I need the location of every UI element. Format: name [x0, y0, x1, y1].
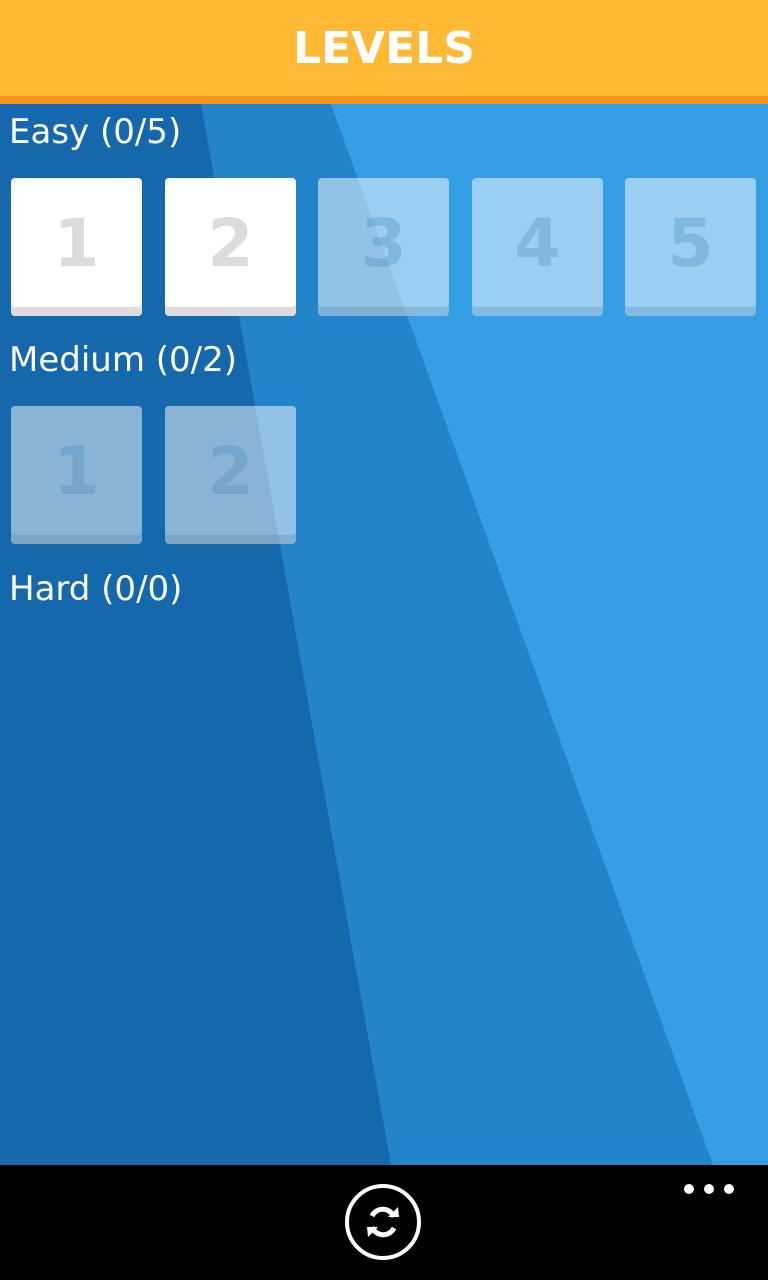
level-tile-medium-2[interactable]: 2 — [165, 406, 296, 544]
level-tile-medium-1[interactable]: 1 — [11, 406, 142, 544]
level-tile-easy-3[interactable]: 3 — [318, 178, 449, 316]
more-options-button[interactable] — [684, 1179, 734, 1199]
level-number: 1 — [53, 432, 100, 510]
more-dots-icon — [704, 1184, 714, 1194]
header-divider — [0, 96, 768, 104]
refresh-icon — [367, 1206, 399, 1238]
level-number: 5 — [667, 204, 714, 282]
app-bar — [0, 1165, 768, 1280]
section-title-hard: Hard (0/0) — [9, 569, 183, 609]
level-number: 3 — [360, 204, 407, 282]
level-row-medium: 1 2 — [11, 406, 768, 546]
level-tile-easy-2[interactable]: 2 — [165, 178, 296, 316]
app-root: LEVELS Easy (0/5) 1 2 3 4 5 Medium (0/2)… — [0, 0, 768, 1280]
more-dots-icon — [724, 1184, 734, 1194]
level-number: 4 — [514, 204, 561, 282]
level-number: 2 — [207, 204, 254, 282]
level-number: 2 — [207, 432, 254, 510]
page-title: LEVELS — [293, 22, 475, 74]
level-tile-easy-4[interactable]: 4 — [472, 178, 603, 316]
section-title-easy: Easy (0/5) — [9, 112, 182, 152]
level-row-easy: 1 2 3 4 5 — [11, 178, 768, 318]
section-title-medium: Medium (0/2) — [9, 340, 238, 380]
levels-content: Easy (0/5) 1 2 3 4 5 Medium (0/2) 1 2 Ha… — [0, 104, 768, 1165]
level-tile-easy-5[interactable]: 5 — [625, 178, 756, 316]
more-dots-icon — [684, 1184, 694, 1194]
header-bar: LEVELS — [0, 0, 768, 96]
refresh-button[interactable] — [345, 1184, 421, 1260]
level-tile-easy-1[interactable]: 1 — [11, 178, 142, 316]
level-number: 1 — [53, 204, 100, 282]
